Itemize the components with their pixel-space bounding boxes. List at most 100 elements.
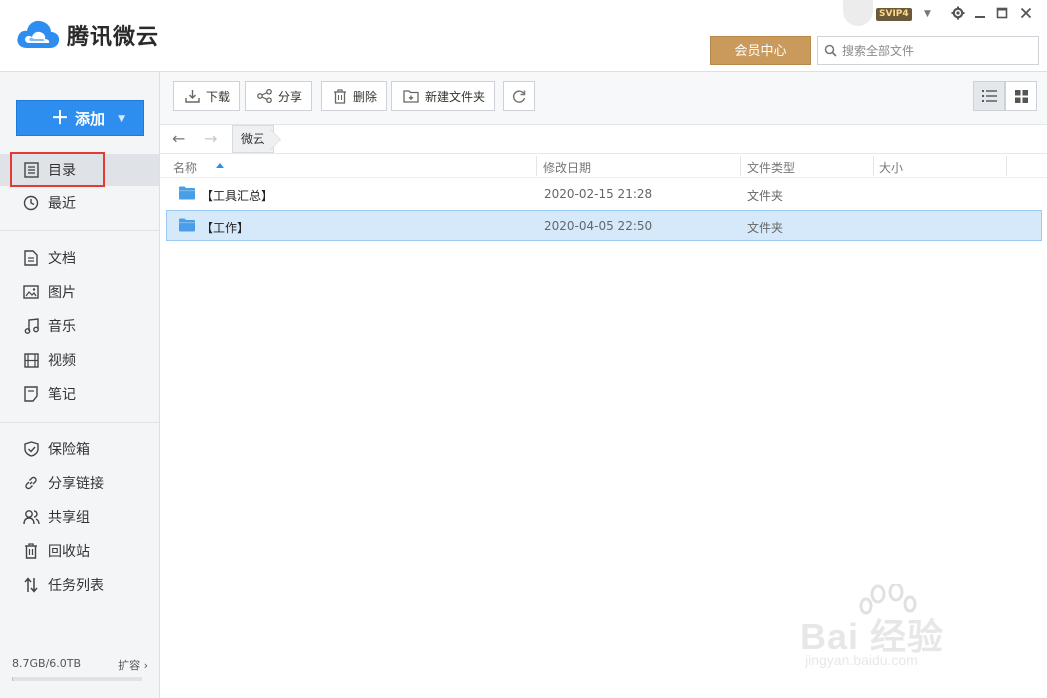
plus-icon: ＋: [51, 108, 69, 129]
sidebar-item-music[interactable]: 音乐: [0, 310, 159, 342]
column-separator[interactable]: [536, 156, 537, 176]
column-header-name[interactable]: 名称: [173, 159, 224, 176]
vip-badge[interactable]: SVIP4: [876, 8, 912, 21]
sidebar-item-label: 最近: [48, 196, 76, 212]
grid-view-button[interactable]: [1005, 81, 1037, 111]
member-center-button[interactable]: 会员中心: [710, 36, 811, 65]
watermark-url: jingyan.baidu.com: [805, 652, 918, 668]
sidebar-item-documents[interactable]: 文档: [0, 242, 159, 274]
delete-label: 删除: [353, 89, 378, 104]
column-header-modified[interactable]: 修改日期: [543, 159, 591, 176]
sidebar-item-safe[interactable]: 保险箱: [0, 433, 159, 465]
sidebar-item-recent[interactable]: 最近: [0, 187, 159, 219]
app-name: 腾讯微云: [67, 25, 160, 50]
maximize-icon[interactable]: [992, 4, 1012, 22]
expand-storage-label: 扩容: [118, 659, 141, 672]
chevron-down-icon: ▼: [118, 114, 125, 124]
sidebar-item-images[interactable]: 图片: [0, 276, 159, 308]
refresh-icon: [512, 90, 526, 103]
breadcrumb-current: 微云: [241, 132, 266, 146]
search-box[interactable]: [817, 36, 1039, 65]
folder-icon: [179, 218, 195, 235]
breadcrumb[interactable]: 微云: [232, 125, 275, 153]
download-button[interactable]: 下载: [173, 81, 241, 111]
close-icon[interactable]: [1016, 4, 1036, 22]
cloud-logo-icon: [17, 20, 60, 48]
sort-ascending-icon: [216, 163, 224, 168]
file-name: 【工具汇总】: [201, 189, 274, 203]
toolbar: 下载 分享 删除 新建文件夹: [160, 72, 1047, 125]
file-list-header: 名称 修改日期 文件类型 大小: [160, 154, 1047, 178]
file-name: 【工作】: [201, 221, 250, 235]
sidebar-item-label: 任务列表: [48, 578, 104, 594]
sidebar-item-video[interactable]: 视频: [0, 344, 159, 376]
sidebar-item-notes[interactable]: 笔记: [0, 378, 159, 410]
list-view-icon: [981, 90, 997, 102]
trash-icon: [22, 542, 40, 560]
delete-button[interactable]: 删除: [321, 81, 388, 111]
sidebar-item-share-group[interactable]: 共享组: [0, 501, 159, 533]
baidu-jingyan-watermark: Bai 经验 jingyan.baidu.com: [800, 584, 1000, 674]
file-modified: 2020-02-15 21:28: [544, 187, 653, 201]
grid-view-icon: [1014, 89, 1028, 103]
new-folder-label: 新建文件夹: [425, 89, 486, 104]
expand-storage-link[interactable]: 扩容 ›: [118, 657, 148, 673]
address-bar: ← → 微云: [160, 125, 1047, 154]
download-label: 下载: [206, 89, 231, 104]
add-button-label: 添加: [75, 110, 106, 128]
column-modified-label: 修改日期: [543, 161, 592, 175]
sidebar-item-label: 回收站: [48, 544, 90, 560]
column-separator[interactable]: [873, 156, 874, 176]
document-icon: [22, 249, 40, 267]
refresh-button[interactable]: [503, 81, 535, 111]
member-center-label: 会员中心: [734, 44, 787, 59]
sidebar-item-label: 视频: [48, 353, 76, 369]
group-icon: [22, 508, 40, 526]
sidebar-item-label: 图片: [48, 285, 76, 301]
sidebar-item-directory[interactable]: 目录: [0, 154, 159, 186]
title-bar: 腾讯微云 SVIP4 ▼ 会员中心: [0, 0, 1047, 72]
folder-icon: [179, 186, 195, 203]
file-type: 文件夹: [747, 189, 784, 203]
sidebar-item-share-links[interactable]: 分享链接: [0, 467, 159, 499]
sidebar-item-recycle-bin[interactable]: 回收站: [0, 535, 159, 567]
note-icon: [22, 385, 40, 403]
add-button[interactable]: ＋ 添加 ▼: [16, 100, 144, 136]
new-folder-button[interactable]: 新建文件夹: [391, 81, 496, 111]
sidebar-item-label: 文档: [48, 251, 76, 267]
column-header-type[interactable]: 文件类型: [747, 159, 795, 176]
file-type: 文件夹: [747, 221, 784, 235]
table-row[interactable]: 【工具汇总】 2020-02-15 21:28 文件夹: [166, 178, 1042, 209]
search-icon: [824, 44, 837, 57]
video-icon: [22, 351, 40, 369]
search-input[interactable]: [842, 43, 1032, 58]
back-arrow-icon[interactable]: ←: [172, 129, 185, 148]
forward-arrow-icon[interactable]: →: [204, 129, 217, 148]
sidebar-item-label: 笔记: [48, 387, 76, 403]
column-separator[interactable]: [740, 156, 741, 176]
share-button[interactable]: 分享: [245, 81, 313, 111]
sidebar-item-task-list[interactable]: 任务列表: [0, 569, 159, 601]
column-name-label: 名称: [173, 161, 198, 175]
table-row[interactable]: 【工作】 2020-04-05 22:50 文件夹: [166, 210, 1042, 241]
app-logo: 腾讯微云: [15, 18, 159, 52]
sidebar-item-label: 共享组: [48, 510, 90, 526]
sidebar-item-label: 保险箱: [48, 442, 90, 458]
file-modified: 2020-04-05 22:50: [544, 219, 653, 233]
column-size-label: 大小: [879, 161, 904, 175]
minimize-icon[interactable]: [970, 4, 990, 22]
avatar[interactable]: [843, 0, 873, 26]
download-icon: [185, 89, 200, 103]
column-header-size[interactable]: 大小: [879, 159, 903, 176]
sidebar-item-label: 音乐: [48, 319, 76, 335]
directory-icon: [22, 161, 40, 179]
column-separator[interactable]: [1006, 156, 1007, 176]
storage-info: 8.7GB/6.0TB 扩容 ›: [12, 657, 148, 673]
list-view-button[interactable]: [973, 81, 1005, 111]
new-folder-icon: [403, 89, 419, 103]
settings-gear-icon[interactable]: [948, 4, 968, 22]
storage-usage: 8.7GB/6.0TB: [12, 657, 82, 670]
storage-progress-bar: [12, 677, 142, 681]
image-icon: [22, 283, 40, 301]
account-menu-caret-icon[interactable]: ▼: [924, 9, 931, 19]
